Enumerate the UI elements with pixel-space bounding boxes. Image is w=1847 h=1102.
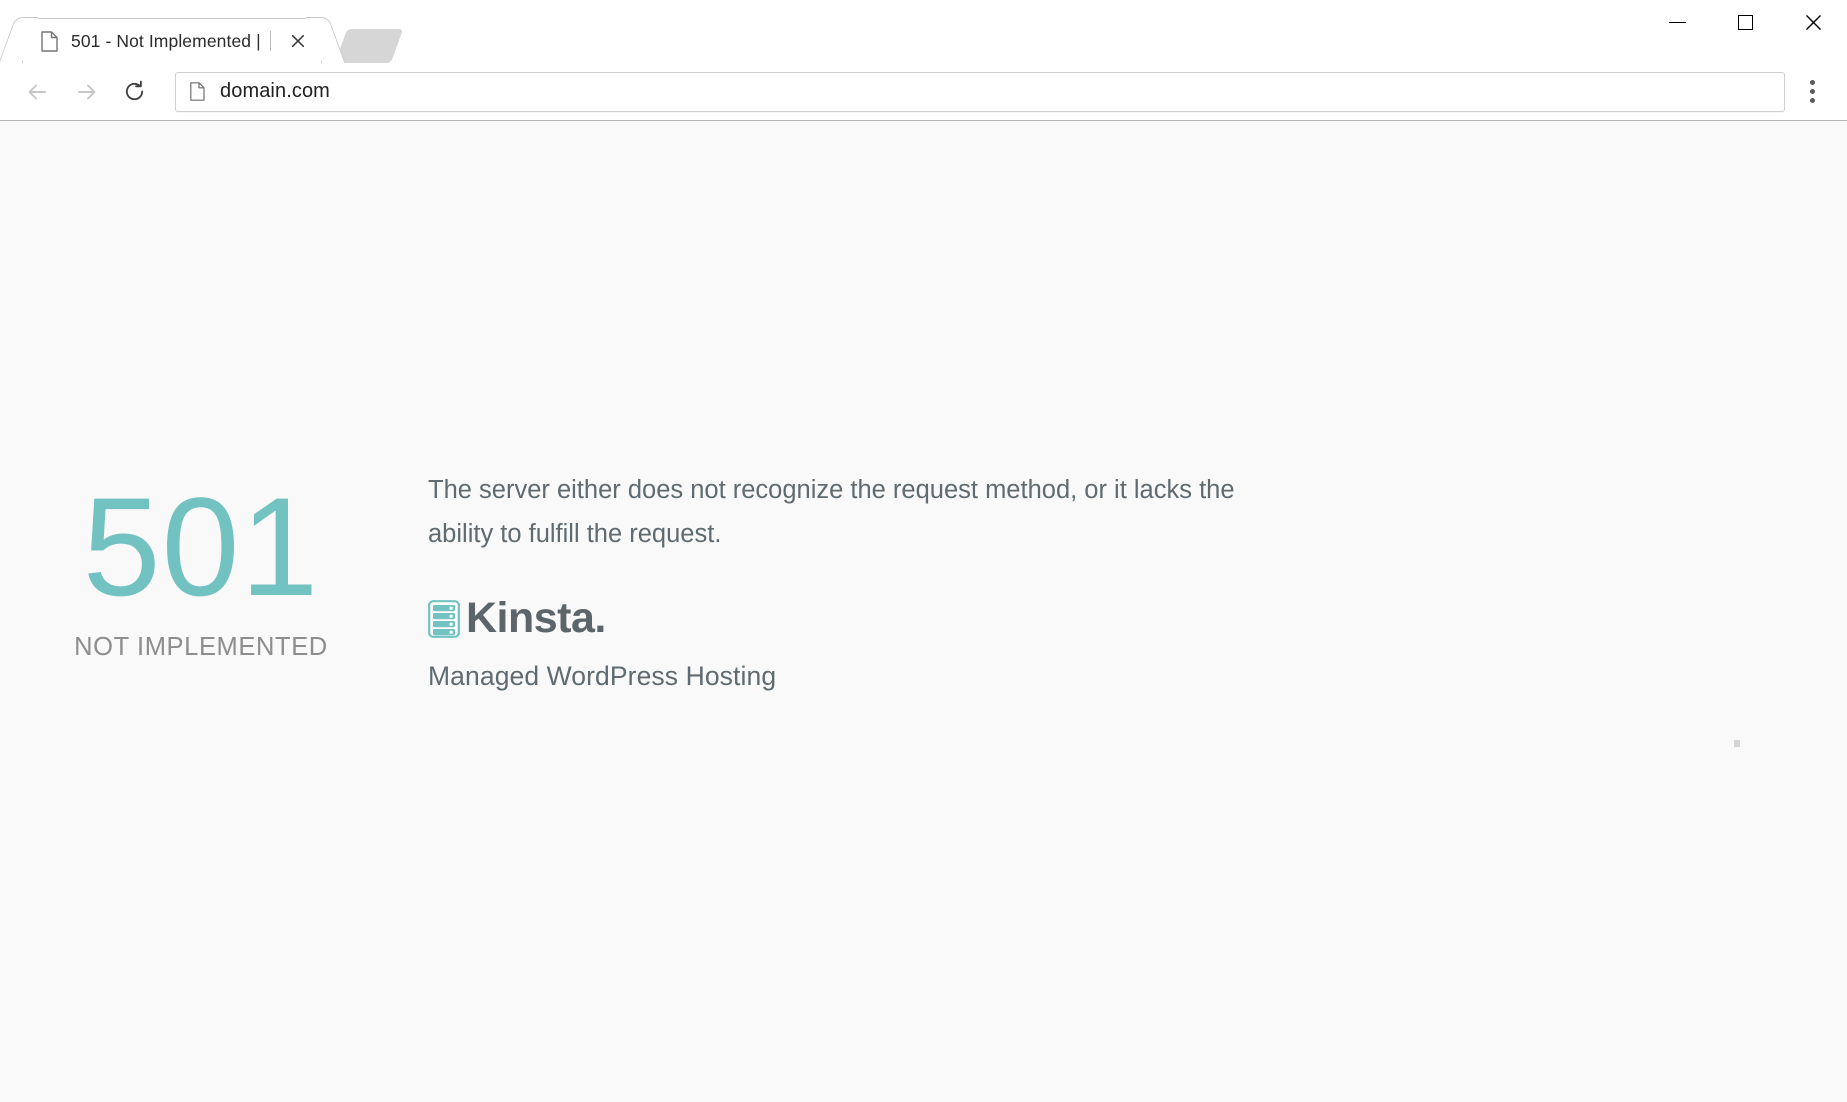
server-rack-icon [428,600,460,638]
brand-tagline: Managed WordPress Hosting [428,661,1382,692]
window-controls [1643,0,1847,45]
page-viewport: 501 NOT IMPLEMENTED The server either do… [0,121,1847,1102]
three-dots-vertical-icon[interactable] [1791,68,1833,116]
browser-toolbar: domain.com [0,63,1847,120]
close-icon[interactable] [285,28,311,54]
error-code: 501 [0,477,402,617]
maximize-icon[interactable] [1711,0,1779,45]
error-page: 501 NOT IMPLEMENTED The server either do… [0,121,1847,692]
browser-window: 501 - Not Implemented | [0,0,1847,1102]
tab-title-fade [270,31,271,51]
kinsta-logo: Kinsta. [428,597,1382,641]
brand-block: Kinsta. Managed WordPress Hosting [428,597,1382,692]
tab-strip: 501 - Not Implemented | [0,0,1847,63]
minimize-icon[interactable] [1643,0,1711,45]
browser-tab-active[interactable]: 501 - Not Implemented | [22,18,322,63]
reload-icon[interactable] [110,68,158,116]
address-bar[interactable]: domain.com [175,72,1785,112]
error-code-block: 501 NOT IMPLEMENTED [0,469,402,662]
document-icon [41,31,58,52]
error-body-block: The server either does not recognize the… [402,469,1382,692]
address-bar-text: domain.com [220,80,330,103]
window-close-icon[interactable] [1779,0,1847,45]
error-code-label: NOT IMPLEMENTED [0,633,402,662]
render-artifact [1734,740,1740,747]
document-icon [190,82,205,101]
tab-title: 501 - Not Implemented | [71,31,266,52]
brand-name: Kinsta. [466,597,606,640]
arrow-right-icon[interactable] [62,68,110,116]
new-tab-icon[interactable] [335,29,403,63]
error-message: The server either does not recognize the… [428,469,1258,557]
arrow-left-icon[interactable] [14,68,62,116]
